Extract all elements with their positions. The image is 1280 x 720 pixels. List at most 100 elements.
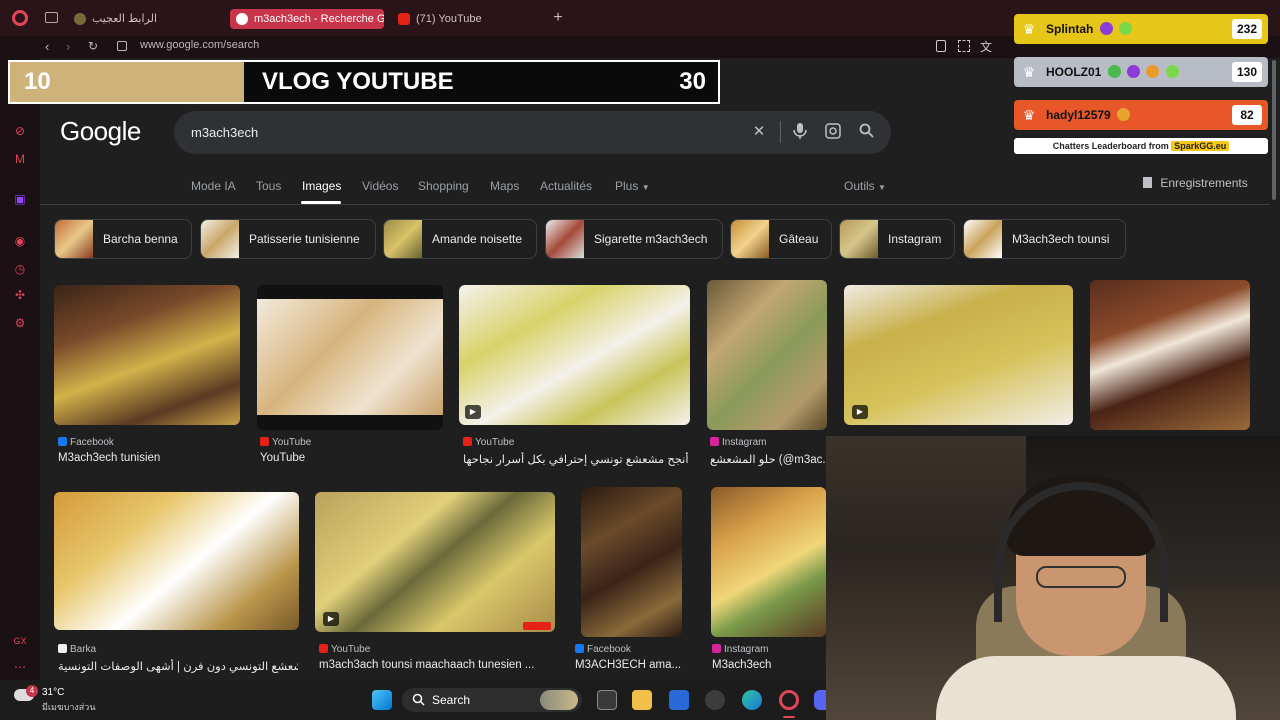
chip-label: Instagram: [888, 232, 942, 246]
taskbar-search-label: Search: [432, 693, 471, 707]
image-result-8[interactable]: ▶: [315, 492, 555, 632]
result-title[interactable]: YouTube: [260, 452, 446, 464]
back-icon[interactable]: ‹: [45, 39, 49, 54]
pin-icon[interactable]: [936, 40, 946, 52]
app-icon[interactable]: [705, 690, 725, 710]
sidebar-extensions-icon[interactable]: ✣: [13, 288, 27, 302]
sidebar-gmail-icon[interactable]: M: [13, 152, 27, 166]
clear-search-icon[interactable]: ✕: [750, 123, 768, 141]
image-result-9[interactable]: [581, 487, 682, 637]
tab-shopping[interactable]: Shopping: [418, 178, 469, 194]
image-result-5[interactable]: ▶: [844, 285, 1073, 425]
leaderboard-row-3: ♛ hadyl12579 82: [1014, 100, 1268, 130]
url-field[interactable]: www.google.com/search: [140, 39, 259, 51]
result-title[interactable]: حلويات المشعشع التونسي دون فرن | أشهى ال…: [58, 659, 298, 673]
sidebar-player-icon[interactable]: ◉: [13, 234, 27, 248]
tab-tous[interactable]: Tous: [256, 178, 281, 194]
taskbar-search-box[interactable]: Search: [402, 688, 582, 712]
webcam-person-shirt: [936, 656, 1236, 720]
chip-thumbnail: [201, 220, 239, 258]
result-title[interactable]: M3ach3ech tunisien: [58, 452, 244, 464]
image-result-2[interactable]: [257, 285, 443, 430]
chip-thumbnail: [384, 220, 422, 258]
store-icon[interactable]: [669, 690, 689, 710]
chip-sigarette[interactable]: Sigarette m3ach3ech: [545, 219, 723, 259]
image-result-4[interactable]: [707, 280, 827, 430]
sidebar-history-icon[interactable]: ◷: [13, 262, 27, 276]
result-title[interactable]: حلو المشعشع (@m3ac...: [710, 452, 825, 466]
image-result-10[interactable]: [711, 487, 826, 637]
chip-amande-noisette[interactable]: Amande noisette: [383, 219, 537, 259]
tab-plus-label: Plus: [615, 179, 639, 193]
edge-icon[interactable]: [742, 690, 762, 710]
tab-arabic[interactable]: الرابط العجيب: [68, 9, 218, 29]
reload-icon[interactable]: ↻: [88, 39, 98, 53]
google-logo[interactable]: Google: [60, 116, 141, 147]
tab-images[interactable]: Images: [302, 178, 341, 194]
workspaces-icon[interactable]: [45, 12, 58, 23]
result-source: YouTube: [319, 644, 370, 655]
opera-sidebar: ⊘ M ▣ ◉ ◷ ✣ ⚙ GX ⋯: [0, 58, 40, 680]
start-button-icon[interactable]: [372, 690, 392, 710]
discord-icon[interactable]: [814, 690, 826, 710]
tab-maps[interactable]: Maps: [490, 178, 519, 194]
weather-temperature: 31°C: [42, 687, 65, 698]
divider: [780, 121, 781, 143]
opera-gx-icon[interactable]: [779, 690, 799, 710]
badge-icon: [1117, 108, 1131, 121]
chevron-down-icon: ▼: [878, 183, 886, 192]
chip-m3ach3ech-tounsi[interactable]: M3ach3ech tounsi: [963, 219, 1126, 259]
file-explorer-icon[interactable]: [632, 690, 652, 710]
image-result-7[interactable]: [54, 492, 299, 630]
image-result-3[interactable]: ▶: [459, 285, 690, 425]
crown-icon: ♛: [1022, 21, 1036, 37]
image-result-1[interactable]: [54, 285, 240, 425]
lens-icon[interactable]: [824, 123, 842, 141]
page-scrollbar[interactable]: [1272, 60, 1276, 200]
search-highlight-image: [540, 690, 578, 710]
task-view-icon[interactable]: [597, 690, 617, 710]
tab-plus[interactable]: Plus ▼: [615, 178, 650, 196]
tab-actualites[interactable]: Actualités: [540, 178, 592, 194]
chip-patisserie-tunisienne[interactable]: Patisserie tunisienne: [200, 219, 376, 259]
screenshot-icon[interactable]: [958, 40, 970, 52]
subscribe-badge: [523, 622, 551, 630]
search-input[interactable]: m3ach3ech: [191, 111, 258, 154]
sidebar-pinboard-icon[interactable]: ⊘: [13, 124, 27, 138]
sidebar-settings-icon[interactable]: ⚙: [13, 316, 27, 330]
chip-instagram[interactable]: Instagram: [839, 219, 955, 259]
tools-button[interactable]: Outils ▼: [844, 178, 886, 196]
leaderboard-score: 232: [1232, 19, 1262, 39]
result-image: [257, 299, 443, 415]
image-result-6[interactable]: [1090, 280, 1250, 430]
translate-icon[interactable]: 文: [980, 38, 992, 55]
badge-icon: [1127, 65, 1141, 78]
result-title[interactable]: M3ach3ech: [712, 659, 825, 671]
sidebar-more-icon[interactable]: ⋯: [13, 660, 27, 674]
badge-icon: [1099, 22, 1113, 35]
tab-label: m3ach3ech - Recherche G: [254, 13, 384, 25]
result-title[interactable]: M3ACH3ECH ama...: [575, 659, 690, 671]
forward-icon[interactable]: ›: [66, 39, 70, 54]
opera-logo-icon[interactable]: [12, 10, 28, 26]
webcam-feed: [826, 436, 1280, 720]
result-title[interactable]: m3ach3ach tounsi maachaach tunesien ...: [319, 659, 559, 671]
new-tab-button[interactable]: +: [551, 9, 565, 27]
sidebar-gx-icon[interactable]: GX: [13, 634, 27, 648]
tab-videos[interactable]: Vidéos: [362, 178, 398, 194]
search-box[interactable]: m3ach3ech ✕: [174, 111, 891, 154]
chip-barcha-benna[interactable]: Barcha benna: [54, 219, 192, 259]
chip-label: Gâteau: [779, 232, 819, 246]
bookmark-icon: [1143, 177, 1152, 188]
tab-mode-ia[interactable]: Mode IA: [191, 178, 236, 194]
result-title[interactable]: اسهل و أنجح مشعشع تونسي إحترافي بكل أسرا…: [463, 452, 691, 466]
microphone-icon[interactable]: [791, 123, 809, 141]
sidebar-twitch-icon[interactable]: ▣: [13, 192, 27, 206]
weather-description: มีเมฆบางส่วน: [42, 702, 96, 712]
tab-google-search[interactable]: m3ach3ech - Recherche G: [230, 9, 384, 29]
saved-button[interactable]: Enregistrements: [1143, 175, 1248, 191]
tab-youtube[interactable]: (71) YouTube: [392, 9, 542, 29]
chip-gateau[interactable]: Gâteau: [730, 219, 832, 259]
leaderboard-name: HOOLZ01: [1046, 65, 1102, 79]
search-icon[interactable]: [857, 123, 875, 141]
